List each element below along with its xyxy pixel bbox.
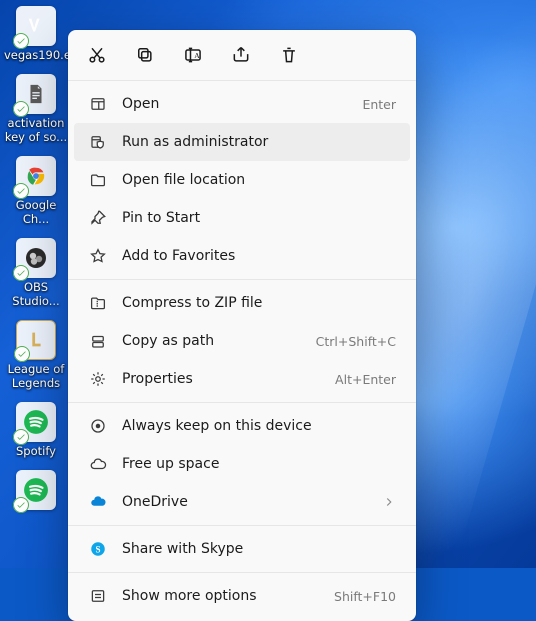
menu-item-label: Open [122,96,346,112]
context-menu: A Open Enter Run as administrator Open f… [68,30,416,621]
menu-item-label: Run as administrator [122,134,396,150]
menu-item-label: Properties [122,371,319,387]
svg-text:A: A [194,51,200,60]
menu-item-copy-path[interactable]: Copy as path Ctrl+Shift+C [74,322,410,360]
menu-item-pin-start[interactable]: Pin to Start [74,199,410,237]
menu-item-run-as-admin[interactable]: Run as administrator [74,123,410,161]
desktop-icon-chrome[interactable]: Google Ch... [4,156,68,226]
separator [68,279,416,280]
menu-item-accel: Shift+F10 [334,589,396,604]
app-icon [16,470,56,510]
copy-button[interactable] [134,44,156,66]
menu-item-label: OneDrive [122,494,382,510]
svg-text:S: S [95,544,100,554]
desktop-icon-obs[interactable]: OBS Studio... [4,238,68,308]
skype-icon: S [88,539,108,559]
menu-item-accel: Alt+Enter [335,372,396,387]
app-icon [16,320,56,360]
menu-item-open-location[interactable]: Open file location [74,161,410,199]
more-options-icon [88,586,108,606]
menu-item-label: Copy as path [122,333,300,349]
app-icon [16,156,56,196]
menu-item-label: Pin to Start [122,210,396,226]
separator [68,80,416,81]
star-icon [88,246,108,266]
rename-button[interactable]: A [182,44,204,66]
desktop-icon-label: vegas190.ex [4,48,68,62]
menu-item-free-space[interactable]: Free up space [74,445,410,483]
menu-item-zip[interactable]: Compress to ZIP file [74,284,410,322]
menu-item-skype[interactable]: S Share with Skype [74,530,410,568]
desktop-icon-partial[interactable] [4,470,68,510]
sync-badge-icon [13,101,29,117]
sync-badge-icon [13,33,29,49]
desktop-icon-label: Spotify [16,444,56,458]
separator [68,525,416,526]
menu-item-label: Open file location [122,172,396,188]
desktop-icons: vegas190.ex activation key of so... Goog… [4,6,68,510]
desktop-icon-label: League of Legends [4,362,68,390]
menu-item-label: Free up space [122,456,396,472]
menu-item-open[interactable]: Open Enter [74,85,410,123]
onedrive-icon [88,492,108,512]
desktop-icon-lol[interactable]: League of Legends [4,320,68,390]
copy-path-icon [88,331,108,351]
sync-badge-icon [13,265,29,281]
cloud-icon [88,454,108,474]
context-toolbar: A [68,36,416,76]
pin-icon [88,208,108,228]
menu-item-label: Add to Favorites [122,248,396,264]
menu-item-properties[interactable]: Properties Alt+Enter [74,360,410,398]
share-button[interactable] [230,44,252,66]
menu-item-onedrive[interactable]: OneDrive [74,483,410,521]
properties-icon [88,369,108,389]
delete-button[interactable] [278,44,300,66]
desktop-icon-vegas[interactable]: vegas190.ex [4,6,68,62]
open-icon [88,94,108,114]
chevron-right-icon [382,495,396,509]
app-icon [16,238,56,278]
desktop-icon-spotify[interactable]: Spotify [4,402,68,458]
menu-item-label: Always keep on this device [122,418,396,434]
menu-item-show-more[interactable]: Show more options Shift+F10 [74,577,410,615]
separator [68,402,416,403]
shield-admin-icon [88,132,108,152]
app-icon [16,6,56,46]
keep-device-icon [88,416,108,436]
desktop-icon-label: activation key of so... [4,116,68,144]
app-icon [16,402,56,442]
folder-icon [88,170,108,190]
file-icon [16,74,56,114]
sync-badge-icon [13,183,29,199]
menu-item-accel: Enter [362,97,396,112]
sync-badge-icon [14,346,30,362]
desktop-icon-label: Google Ch... [4,198,68,226]
zip-icon [88,293,108,313]
menu-item-favorites[interactable]: Add to Favorites [74,237,410,275]
menu-item-label: Share with Skype [122,541,396,557]
separator [68,572,416,573]
sync-badge-icon [13,429,29,445]
menu-item-always-keep[interactable]: Always keep on this device [74,407,410,445]
menu-item-label: Compress to ZIP file [122,295,396,311]
cut-button[interactable] [86,44,108,66]
menu-item-label: Show more options [122,588,318,604]
desktop-icon-activation-key[interactable]: activation key of so... [4,74,68,144]
menu-item-accel: Ctrl+Shift+C [316,334,396,349]
sync-badge-icon [13,497,29,513]
desktop-icon-label: OBS Studio... [4,280,68,308]
